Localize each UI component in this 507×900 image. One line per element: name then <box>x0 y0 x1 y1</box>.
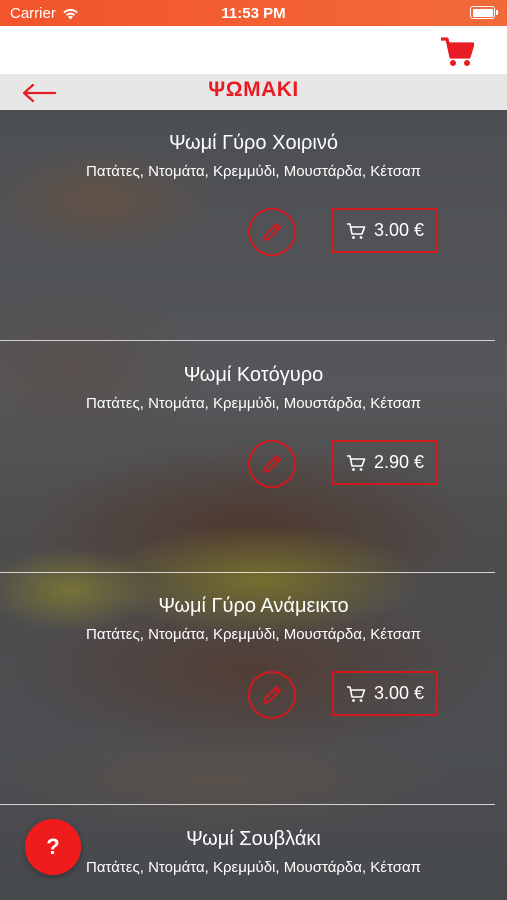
add-to-cart-button[interactable]: 2.90 € <box>332 440 438 485</box>
cart-icon <box>346 222 366 239</box>
status-time: 11:53 PM <box>221 5 286 22</box>
add-to-cart-button[interactable]: 3.00 € <box>332 208 438 253</box>
product-item[interactable]: Ψωμί Γύρο Χοιρινό Πατάτες, Ντομάτα, Κρεμ… <box>0 110 507 340</box>
title-bar: ΨΩΜΑΚΙ <box>0 74 507 110</box>
product-item[interactable]: Ψωμί Γύρο Ανάμεικτο Πατάτες, Ντομάτα, Κρ… <box>0 573 507 803</box>
product-description: Πατάτες, Ντομάτα, Κρεμμύδι, Μουστάρδα, Κ… <box>86 163 421 180</box>
pencil-icon <box>263 686 281 704</box>
status-bar: Carrier 11:53 PM <box>0 0 507 26</box>
product-description: Πατάτες, Ντομάτα, Κρεμμύδι, Μουστάρδα, Κ… <box>86 626 421 643</box>
divider <box>0 340 495 341</box>
product-name: Ψωμί Γύρο Ανάμεικτο <box>158 595 349 617</box>
product-price: 3.00 € <box>373 220 425 240</box>
pencil-icon <box>263 455 281 473</box>
product-price: 3.00 € <box>373 683 425 703</box>
battery-icon <box>470 6 498 19</box>
help-button[interactable]: ? <box>25 819 81 875</box>
product-name: Ψωμί Κοτόγυρο <box>183 364 324 386</box>
edit-button[interactable] <box>248 671 296 719</box>
product-name: Ψωμί Γύρο Χοιρινό <box>169 132 338 154</box>
cart-icon <box>346 454 366 471</box>
cart-icon <box>346 685 366 702</box>
product-item[interactable]: Ψωμί Κοτόγυρο Πατάτες, Ντομάτα, Κρεμμύδι… <box>0 342 507 572</box>
shopping-cart-icon[interactable] <box>440 36 474 68</box>
product-list[interactable]: Ψωμί Γύρο Χοιρινό Πατάτες, Ντομάτα, Κρεμ… <box>0 110 507 900</box>
product-description: Πατάτες, Ντομάτα, Κρεμμύδι, Μουστάρδα, Κ… <box>86 395 421 412</box>
app-header <box>0 26 507 74</box>
edit-button[interactable] <box>248 208 296 256</box>
divider <box>0 804 495 805</box>
page-title: ΨΩΜΑΚΙ <box>208 78 299 101</box>
add-to-cart-button[interactable]: 3.00 € <box>332 671 438 716</box>
edit-button[interactable] <box>248 440 296 488</box>
product-price: 2.90 € <box>373 452 425 472</box>
pencil-icon <box>263 223 281 241</box>
